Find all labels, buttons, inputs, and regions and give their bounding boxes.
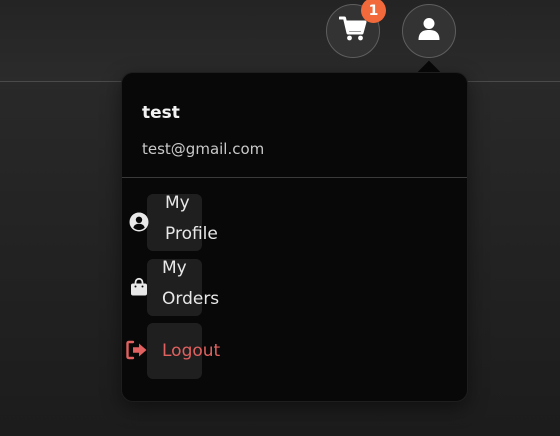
menu-label-line: My	[165, 193, 190, 213]
user-name: test	[142, 103, 180, 123]
menu-item-label: My Profile	[165, 188, 255, 250]
top-navbar	[0, 0, 560, 82]
menu-item-my-profile[interactable]: My Profile	[122, 193, 322, 252]
menu-item-logout[interactable]: Logout	[122, 323, 322, 379]
user-dropdown-menu: test test@gmail.com My Profile My Orders…	[121, 72, 468, 402]
user-info-section: test test@gmail.com	[122, 73, 467, 178]
user-circle-icon	[129, 212, 149, 232]
menu-item-label: My Orders	[162, 253, 252, 315]
shopping-cart-icon	[338, 16, 367, 46]
menu-label-line: Orders	[162, 289, 220, 309]
menu-item-label: Logout	[162, 341, 221, 361]
sign-out-icon	[125, 340, 149, 360]
shopping-bag-icon	[129, 277, 149, 297]
user-icon	[417, 17, 441, 45]
menu-label-line: My	[162, 258, 187, 278]
user-email: test@gmail.com	[142, 140, 265, 158]
menu-item-my-orders[interactable]: My Orders	[122, 258, 322, 317]
menu-label-line: Profile	[165, 224, 218, 244]
user-menu-button[interactable]	[402, 4, 456, 58]
